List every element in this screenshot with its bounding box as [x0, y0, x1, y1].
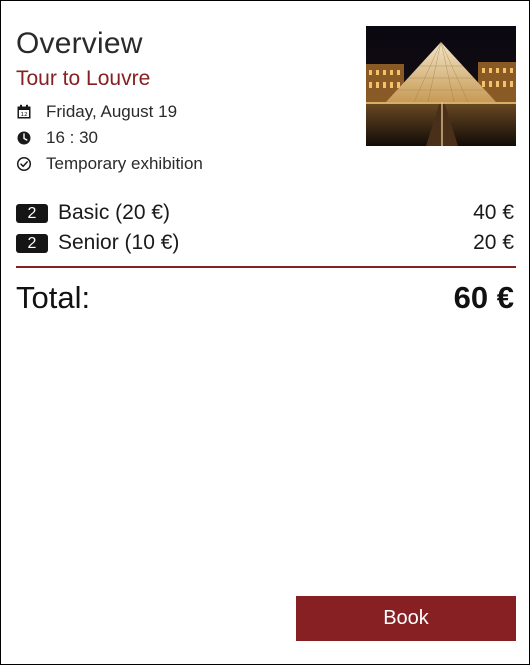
quantity-badge[interactable]: 2: [16, 203, 48, 223]
overview-card: Overview Tour to Louvre 12 Friday, Augus…: [0, 0, 530, 665]
total-value: 60 €: [453, 280, 514, 315]
date-text: Friday, August 19: [46, 102, 178, 121]
total-label: Total:: [16, 280, 91, 315]
svg-text:12: 12: [21, 112, 28, 118]
calendar-icon: 12: [16, 104, 32, 120]
ticket-label: Basic (20 €): [58, 201, 171, 224]
ticket-price: 20 €: [473, 231, 514, 254]
check-circle-icon: [16, 156, 32, 172]
exhibition-row: Temporary exhibition: [16, 154, 203, 174]
time-row: 16 : 30: [16, 128, 98, 148]
louvre-pyramid-photo: [366, 26, 516, 146]
ticket-label: Senior (10 €): [58, 231, 180, 254]
exhibition-text: Temporary exhibition: [46, 154, 203, 173]
book-button[interactable]: Book: [296, 596, 516, 641]
quantity-badge[interactable]: 2: [16, 233, 48, 253]
ticket-row-basic: 2 Basic (20 €) 40 €: [16, 201, 514, 225]
ticket-price: 40 €: [473, 201, 514, 224]
time-text: 16 : 30: [46, 128, 98, 147]
page-title: Overview: [16, 27, 143, 60]
divider: [16, 266, 516, 268]
date-row: 12 Friday, August 19: [16, 102, 177, 122]
clock-icon: [16, 130, 32, 146]
tour-title: Tour to Louvre: [16, 67, 151, 90]
ticket-row-senior: 2 Senior (10 €) 20 €: [16, 231, 514, 255]
